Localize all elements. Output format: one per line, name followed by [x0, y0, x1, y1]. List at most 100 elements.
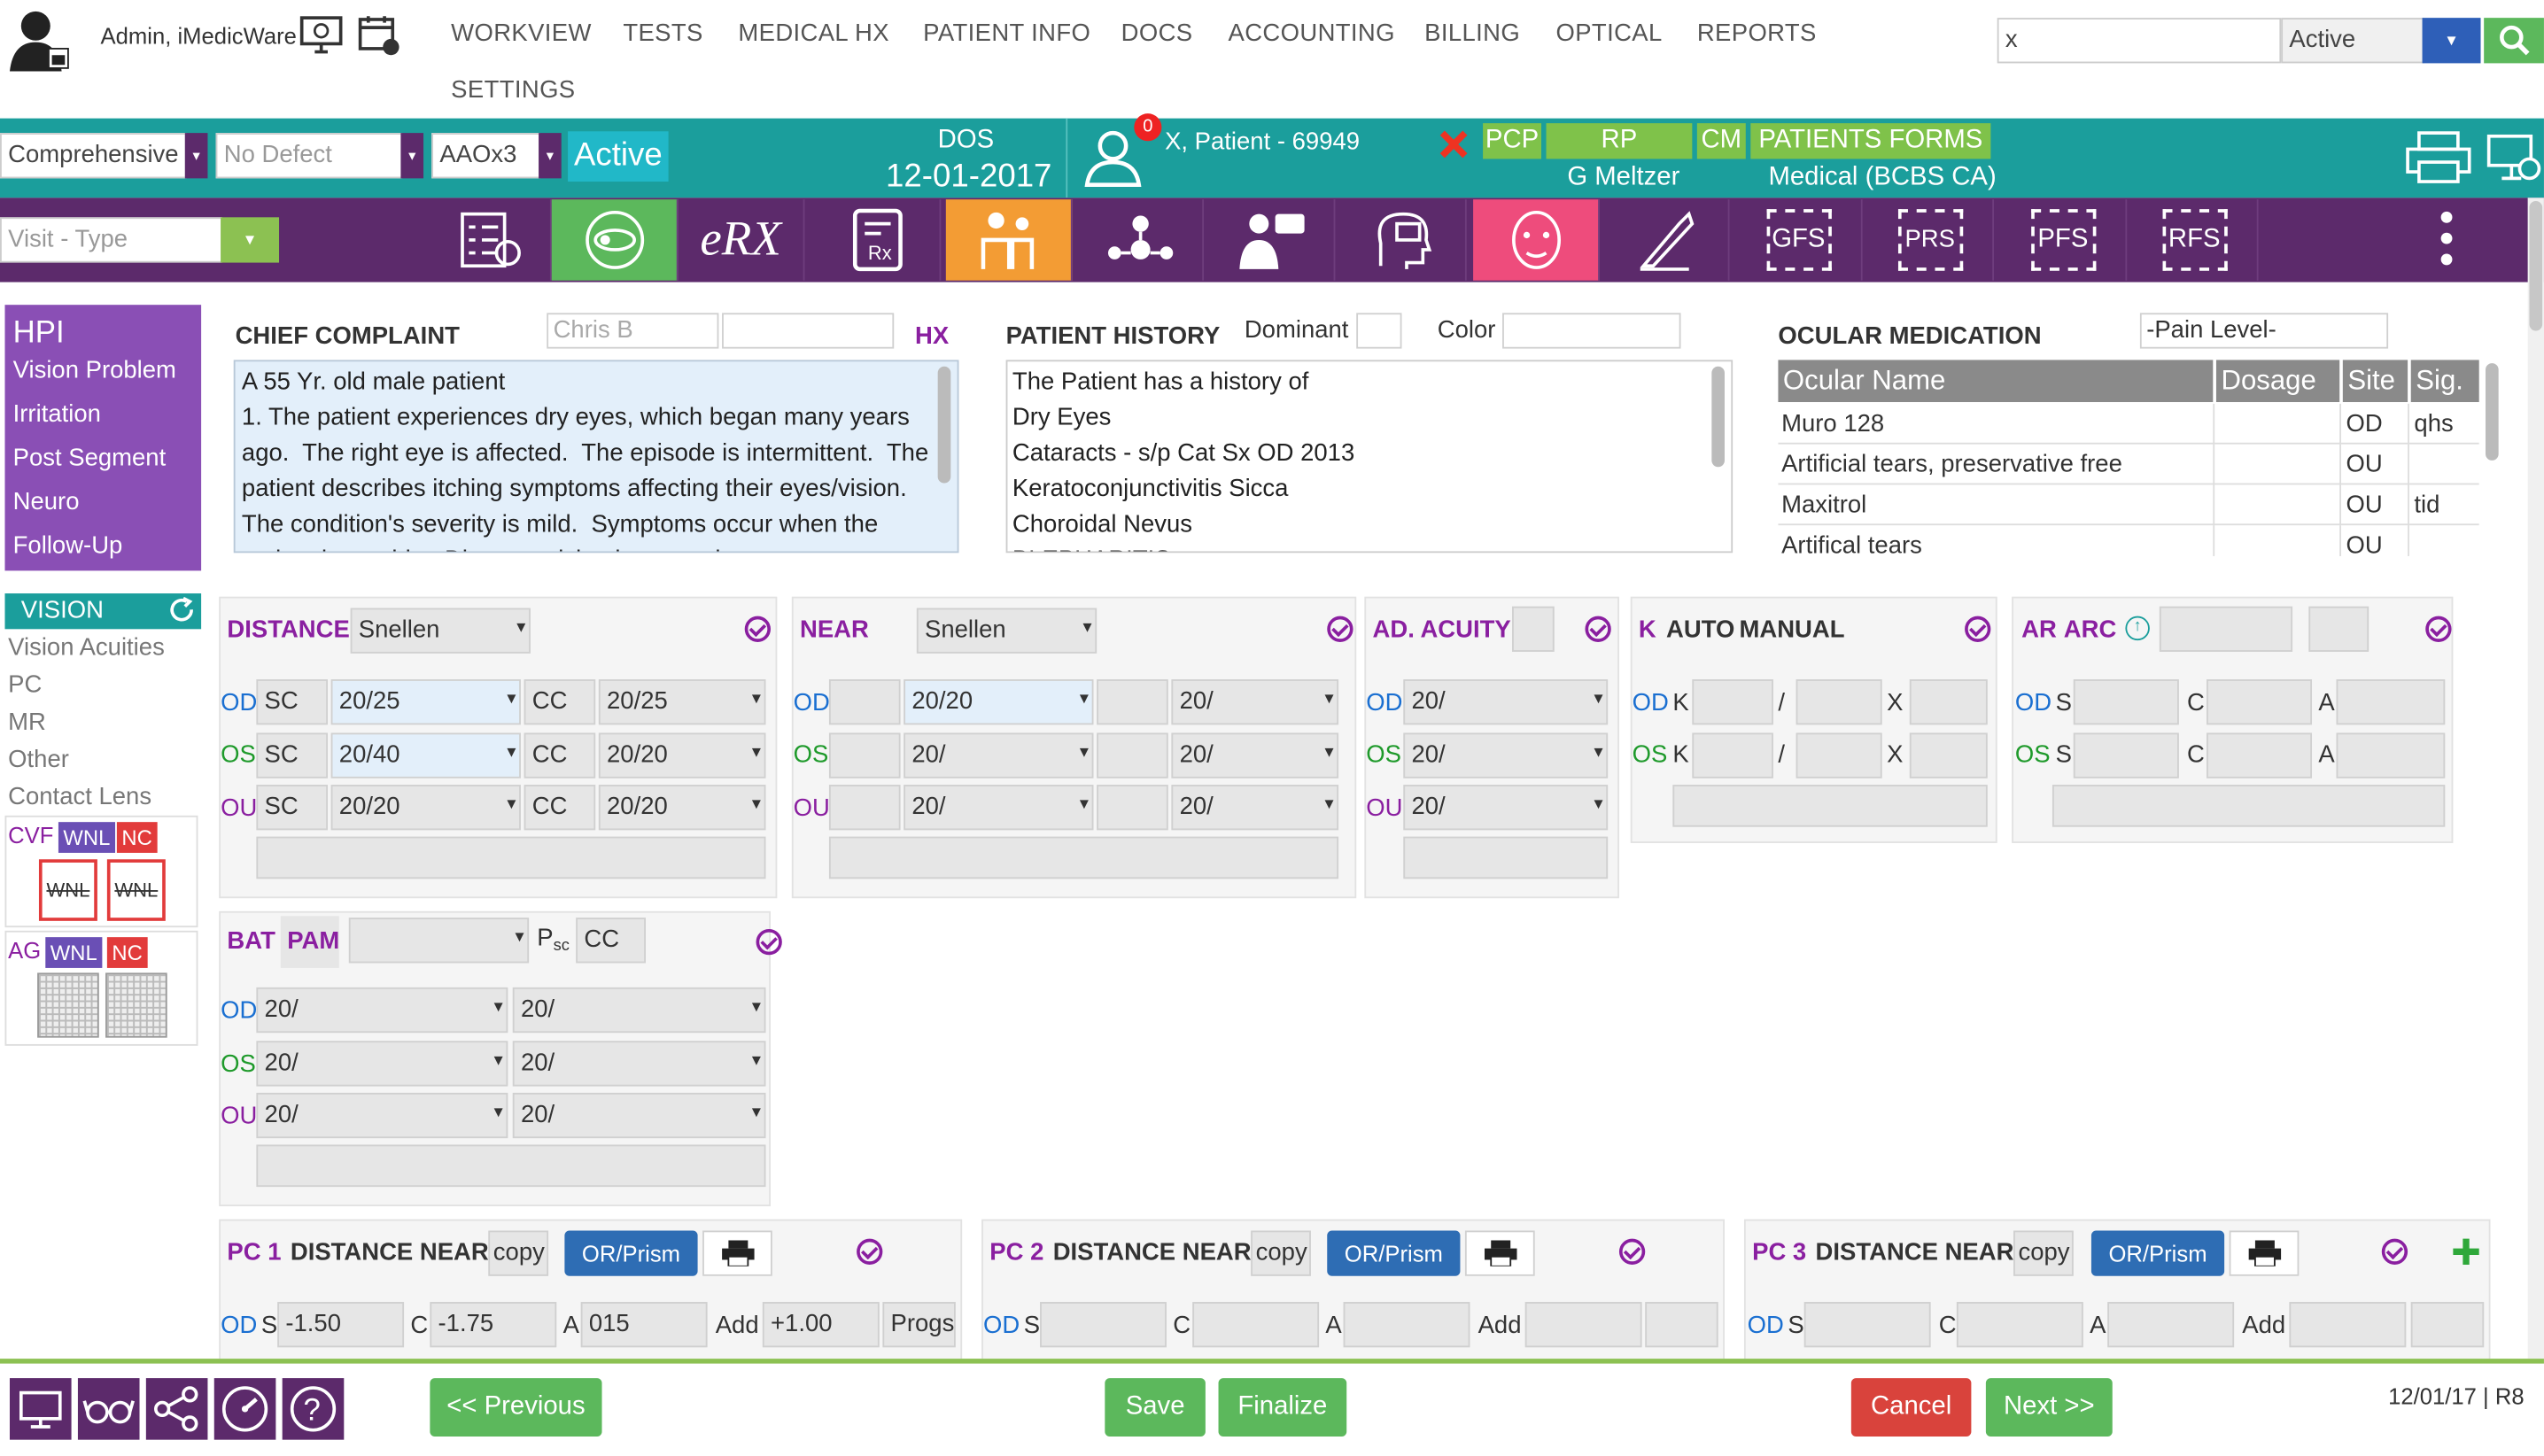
ag-nc-button[interactable]: NC	[106, 937, 148, 968]
pc1-print-button[interactable]	[702, 1230, 772, 1276]
toolbar-pfs-button[interactable]: PFS	[2000, 199, 2128, 281]
next-button[interactable]: Next >>	[1985, 1378, 2113, 1437]
near-od-blank[interactable]	[828, 679, 901, 725]
near-comments[interactable]	[828, 836, 1339, 879]
distance-ou-cc-input[interactable]: 20/20	[598, 785, 766, 831]
near-chart-select[interactable]: Snellen	[916, 608, 1097, 654]
near-od-input-2[interactable]: 20/	[1171, 679, 1339, 725]
patient-history-textarea[interactable]: The Patient has a history of Dry Eyes Ca…	[1005, 360, 1733, 554]
pc3-od-a-input[interactable]	[2107, 1302, 2235, 1348]
close-patient-icon[interactable]	[1439, 129, 1469, 159]
pc2-progs-select[interactable]	[1645, 1302, 1718, 1348]
nav-patient-info[interactable]: PATIENT INFO	[923, 19, 1090, 47]
pc3-print-button[interactable]	[2229, 1230, 2300, 1276]
pc2-distance-near[interactable]: DISTANCE NEAR	[1053, 1239, 1252, 1266]
toolbar-erx-button[interactable]: eRX	[679, 199, 805, 281]
pc1-distance-near[interactable]: DISTANCE NEAR	[291, 1239, 489, 1266]
toolbar-checklist-button[interactable]	[425, 199, 552, 281]
nav-optical[interactable]: OPTICAL	[1556, 19, 1663, 47]
orientation-arrow[interactable]: ▾	[539, 133, 562, 179]
ar-select-1[interactable]	[2159, 606, 2293, 652]
pc2-od-a-input[interactable]	[1343, 1302, 1470, 1348]
distance-os-sc-input[interactable]: 20/40	[330, 732, 521, 778]
ar-os-s-input[interactable]	[2073, 732, 2179, 778]
distance-od-sc-input[interactable]: 20/25	[330, 679, 521, 725]
k-comments[interactable]	[1672, 785, 1988, 827]
vision-other-link[interactable]: Other	[8, 746, 69, 773]
visit-type-arrow[interactable]: ▾	[221, 217, 280, 263]
nav-tests[interactable]: TESTS	[623, 19, 702, 47]
previous-button[interactable]: << Previous	[430, 1378, 602, 1437]
medication-scrollbar[interactable]	[2486, 363, 2499, 461]
ad-ou-input[interactable]: 20/	[1403, 785, 1609, 831]
save-button[interactable]: Save	[1105, 1378, 1206, 1437]
vision-pc-link[interactable]: PC	[8, 671, 42, 699]
ar-select-2[interactable]	[2308, 606, 2369, 652]
ar-comments[interactable]	[2051, 785, 2446, 827]
bat-ou-input-1[interactable]: 20/	[256, 1092, 508, 1139]
toolbar-rfs-button[interactable]: RFS	[2132, 199, 2259, 281]
color-input[interactable]	[1502, 313, 1681, 349]
ad-os-input[interactable]: 20/	[1403, 732, 1609, 778]
vision-mr-link[interactable]: MR	[8, 709, 46, 736]
k-done-icon[interactable]	[1965, 616, 1991, 642]
footer-help-button[interactable]: ?	[282, 1378, 345, 1440]
ad-comments[interactable]	[1403, 836, 1609, 879]
cm-badge[interactable]: CM	[1696, 123, 1746, 159]
bat-comments[interactable]	[256, 1144, 766, 1188]
near-os-input-1[interactable]: 20/	[904, 732, 1094, 778]
pc1-done-icon[interactable]	[857, 1238, 883, 1265]
pc3-od-add-input[interactable]	[2289, 1302, 2407, 1348]
near-ou-blank[interactable]	[828, 785, 901, 831]
bat-os-input-1[interactable]: 20/	[256, 1041, 508, 1087]
toolbar-gfs-button[interactable]: GFS	[1736, 199, 1863, 281]
pc2-or-prism-button[interactable]: OR/Prism	[1327, 1230, 1461, 1276]
k-od-input-3[interactable]	[1909, 679, 1988, 725]
toolbar-education-button[interactable]	[1340, 199, 1467, 281]
hpi-post-segment[interactable]: Post Segment	[13, 445, 167, 472]
nav-settings[interactable]: SETTINGS	[451, 76, 575, 104]
pc1-progs-select[interactable]: Progs	[882, 1302, 956, 1348]
toolbar-vision-button[interactable]	[551, 199, 679, 281]
medication-row[interactable]	[1778, 523, 2479, 526]
near-done-icon[interactable]	[1327, 616, 1353, 642]
arc-upload-icon[interactable]: ↑	[2125, 616, 2150, 641]
k-os-input-3[interactable]	[1909, 732, 1988, 778]
bat-od-input-1[interactable]: 20/	[256, 987, 508, 1034]
exam-type-select[interactable]: Comprehensive	[0, 133, 187, 179]
medication-row[interactable]	[1778, 483, 2479, 485]
distance-os-cc-input[interactable]: 20/20	[598, 732, 766, 778]
bat-title[interactable]: BAT	[227, 927, 275, 955]
rp-badge[interactable]: RP	[1546, 123, 1693, 159]
pc3-copy-button[interactable]: copy	[2013, 1230, 2074, 1276]
chief-provider-input[interactable]: Chris B	[547, 313, 719, 349]
pc3-or-prism-button[interactable]: OR/Prism	[2090, 1230, 2225, 1276]
vision-title[interactable]: VISION	[21, 597, 104, 624]
distance-comments[interactable]	[256, 836, 766, 879]
pc2-od-add-input[interactable]	[1524, 1302, 1642, 1348]
page-scrollbar[interactable]	[2527, 197, 2544, 1359]
pam-tab[interactable]: PAM	[280, 916, 339, 968]
chief-extra-input[interactable]	[722, 313, 895, 349]
exam-type-arrow[interactable]: ▾	[184, 133, 208, 179]
footer-share-button[interactable]	[145, 1378, 208, 1440]
ad-acuity-done-icon[interactable]	[1585, 616, 1611, 642]
bat-os-input-2[interactable]: 20/	[512, 1041, 766, 1087]
active-status-badge[interactable]: Active	[568, 131, 669, 182]
near-os-blank-2[interactable]	[1097, 732, 1168, 778]
toolbar-face-button[interactable]	[1473, 199, 1600, 281]
vision-contact-lens-link[interactable]: Contact Lens	[8, 783, 151, 810]
search-button[interactable]	[2484, 18, 2544, 64]
medication-row[interactable]	[1778, 442, 2479, 445]
ar-od-s-input[interactable]	[2073, 679, 2179, 725]
distance-chart-select[interactable]: Snellen	[350, 608, 531, 654]
cancel-button[interactable]: Cancel	[1850, 1378, 1972, 1437]
near-od-blank-2[interactable]	[1097, 679, 1168, 725]
defect-arrow[interactable]: ▾	[400, 133, 424, 179]
bat-cc-input[interactable]: CC	[576, 918, 646, 964]
pc3-distance-near[interactable]: DISTANCE NEAR	[1816, 1239, 2014, 1266]
pc1-od-s-input[interactable]: -1.50	[277, 1302, 405, 1348]
alert-count-badge[interactable]: 0	[1134, 113, 1162, 142]
footer-monitor-button[interactable]	[9, 1378, 72, 1440]
pain-level-select[interactable]: -Pain Level-	[2139, 313, 2389, 349]
